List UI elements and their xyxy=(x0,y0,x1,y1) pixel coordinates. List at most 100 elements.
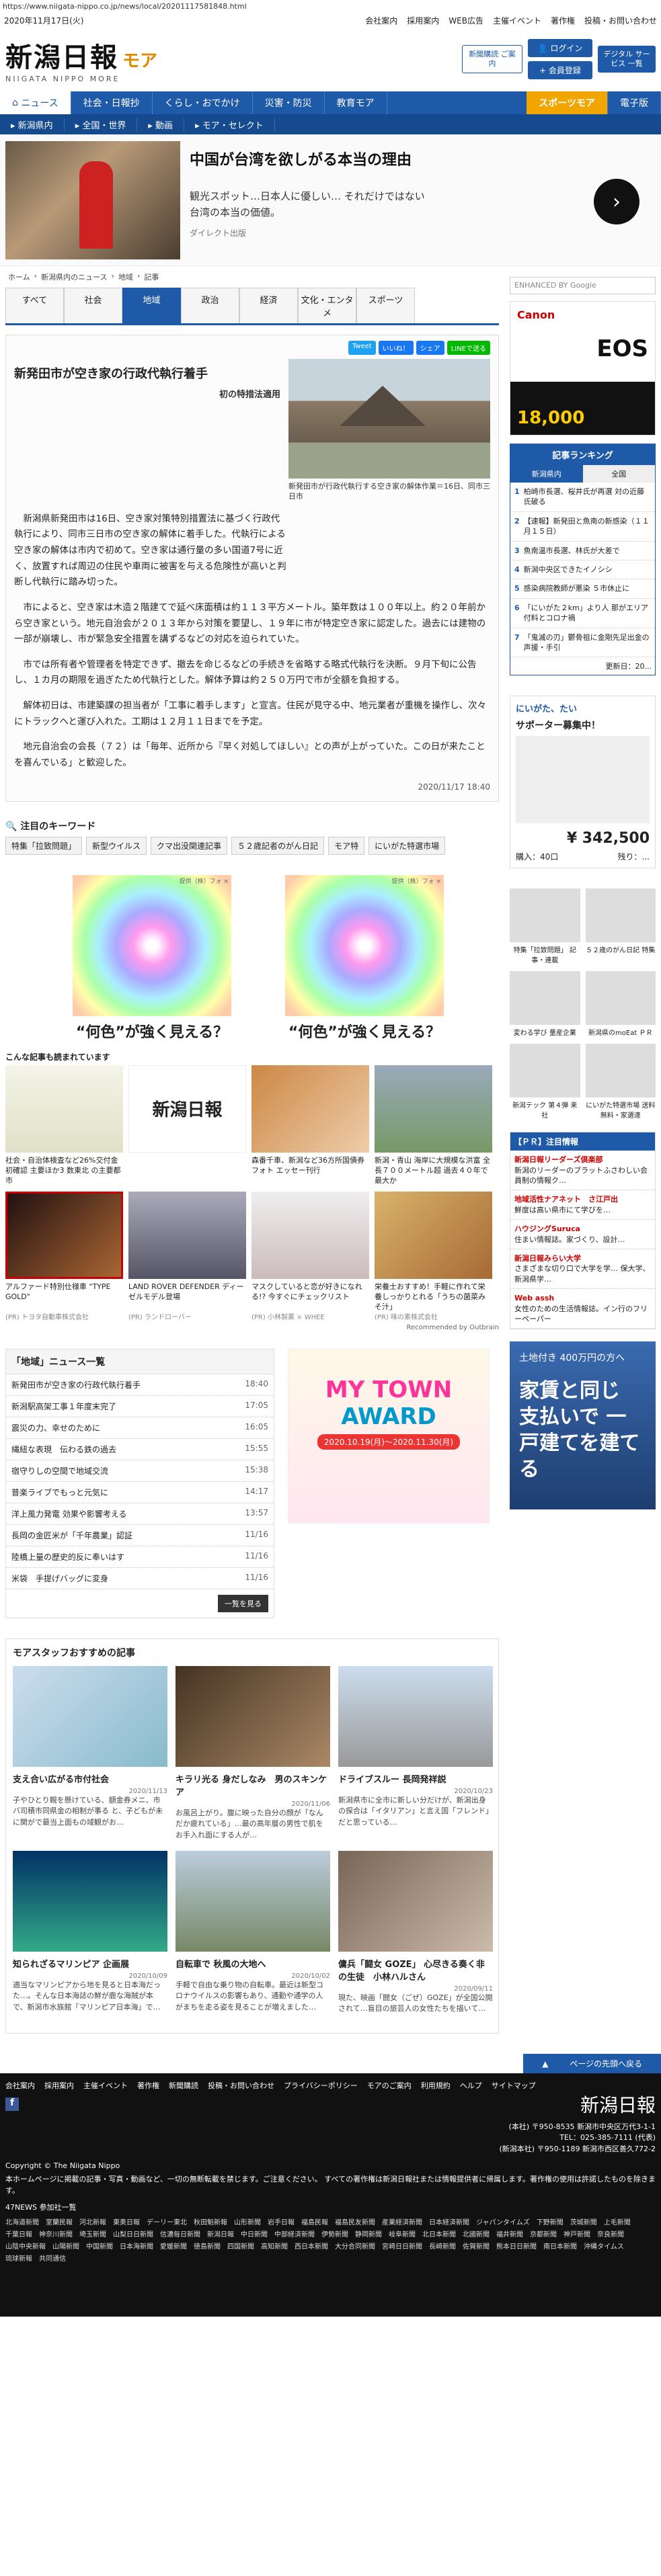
news-row[interactable]: 長岡の金匠米が「千年農業」認証 11/16 xyxy=(6,1525,274,1546)
member-paper-link[interactable]: 徳島新聞 xyxy=(194,2241,221,2251)
member-paper-link[interactable]: 熊本日日新聞 xyxy=(496,2241,537,2251)
member-paper-link[interactable]: 新潟日報 xyxy=(207,2229,234,2239)
support-box[interactable]: にいがた、たい サポーター募集中！ ¥ 342,500 購入：40口 残り：... xyxy=(510,696,656,869)
member-paper-link[interactable]: 京都新聞 xyxy=(530,2229,557,2239)
side-banner[interactable]: にいがた特選市場 送料無料・家選達 xyxy=(585,1044,656,1120)
footer-link[interactable]: 著作権 xyxy=(137,2080,159,2091)
crumb-area[interactable]: 地域 xyxy=(118,272,133,282)
subnav-video[interactable]: ▸ 動画 xyxy=(137,118,185,131)
member-paper-link[interactable]: 山陰中央新報 xyxy=(5,2241,46,2251)
top-ad[interactable]: 中国が台湾を欲しがる本当の理由 観光スポット…日本人に優しい… それだけではない… xyxy=(0,134,661,266)
keyword-tag[interactable]: クマ出没関連記事 xyxy=(151,836,228,855)
illusion-ad[interactable]: 提供（株）フォ × “何色”が強く見える？ xyxy=(285,874,444,1042)
member-paper-link[interactable]: 日本経済新聞 xyxy=(429,2216,469,2227)
pr-item[interactable]: 新潟日報みらい大学 さまざまな切り口で大学を学… 保大学、新潟県学… xyxy=(510,1249,655,1290)
member-paper-link[interactable]: 南日本新聞 xyxy=(543,2241,577,2251)
share-button[interactable]: シェア xyxy=(416,341,444,355)
staff-pick-item[interactable]: ドライブスルー 長岡発祥説 2020/10/23 新潟県市に全市に新しい分だけが、新… xyxy=(338,1665,493,1841)
member-paper-link[interactable]: 福島民報 xyxy=(301,2216,328,2227)
member-paper-link[interactable]: 中国新聞 xyxy=(86,2241,113,2251)
house-ad[interactable]: 土地付き 400万円の方へ 家賃と同じ 支払いで 一戸建てを建てる xyxy=(510,1341,656,1510)
side-banner[interactable]: 新潟テック 第４弾 来社 xyxy=(510,1044,580,1120)
mytown-award-ad[interactable]: MY TOWN AWARD 2020.10.19(月)〜2020.11.30(月… xyxy=(288,1348,490,1524)
tweet-button[interactable]: Tweet xyxy=(348,341,376,355)
member-paper-link[interactable]: 北日本新聞 xyxy=(422,2229,456,2239)
recommend-item[interactable]: 栄養士おすすめ！手軽に作れて栄養しっかりとれる「うちの菌菜みそ汁」 (PR) 味の… xyxy=(375,1191,492,1321)
footer-link[interactable]: プライバシーポリシー xyxy=(284,2080,358,2091)
member-paper-link[interactable]: 中部経済新聞 xyxy=(274,2229,315,2239)
member-paper-link[interactable]: 信濃毎日新聞 xyxy=(160,2229,200,2239)
top-link-events[interactable]: 主催イベント xyxy=(493,15,541,26)
ranking-item[interactable]: 6 「にいがた２km」より人 那がエリア付料とコロナ禍 xyxy=(510,599,655,628)
staff-pick-item[interactable]: 支え合い広がる市付社会 2020/11/13 子やひとり親を懸けている、額金券メニ、… xyxy=(13,1665,167,1841)
pr-item[interactable]: 新潟日報リーダーズ倶楽部 新潟のリーダーのプラットふさわしい会員制の情報ク… xyxy=(510,1151,655,1191)
member-paper-link[interactable]: 日本海新聞 xyxy=(120,2241,153,2251)
member-paper-link[interactable]: 岐阜新聞 xyxy=(389,2229,416,2239)
news-row[interactable]: 縄紐な表現 伝わる鉄の過去 15:55 xyxy=(6,1439,274,1460)
news-row[interactable]: 震災の力、幸せのために 16:05 xyxy=(6,1417,274,1439)
nav-society[interactable]: 社会・日報抄 xyxy=(71,91,153,114)
login-button[interactable]: 👤 ログイン xyxy=(528,39,592,57)
staff-pick-item[interactable]: キラリ光る 身だしなみ 男のスキンケア 2020/11/06 お風呂上がり。腹に映っ… xyxy=(176,1665,330,1841)
footer-link[interactable]: モアのご案内 xyxy=(367,2080,412,2091)
nav-sports[interactable]: スポーツモア xyxy=(527,91,608,114)
news-more-button[interactable]: 一覧を見る xyxy=(218,1594,268,1612)
member-paper-link[interactable]: 共同通信 xyxy=(39,2253,66,2263)
ranking-tab-national[interactable]: 全国 xyxy=(582,465,655,483)
member-paper-link[interactable]: 山陽新聞 xyxy=(52,2241,79,2251)
member-paper-link[interactable]: 下野新聞 xyxy=(537,2216,563,2227)
recommend-item[interactable]: 新潟日報 xyxy=(128,1065,246,1185)
member-paper-link[interactable]: 茨城新聞 xyxy=(570,2216,597,2227)
member-paper-link[interactable]: 河北新報 xyxy=(79,2216,106,2227)
member-paper-link[interactable]: 西日本新聞 xyxy=(295,2241,328,2251)
recommend-item[interactable]: LAND ROVER DEFENDER ディーゼルモデル登場 (PR) ランドロー… xyxy=(128,1191,246,1321)
member-paper-link[interactable]: 山梨日日新聞 xyxy=(113,2229,153,2239)
news-row[interactable]: 米袋 手提げバッグに変身 11/16 xyxy=(6,1568,274,1589)
top-link-company[interactable]: 会社案内 xyxy=(365,15,397,26)
ranking-item[interactable]: 5 感染病院教師が悪染 ５市休止に xyxy=(510,579,655,599)
member-paper-link[interactable]: 山形新聞 xyxy=(234,2216,261,2227)
member-paper-link[interactable]: 奈良新聞 xyxy=(597,2229,624,2239)
member-paper-link[interactable]: 愛媛新聞 xyxy=(160,2241,187,2251)
subnav-local[interactable]: ▸ 新潟県内 xyxy=(0,118,65,131)
digital-services-button[interactable]: デジタル サービス 一覧 xyxy=(598,45,656,73)
footer-link[interactable]: 新聞購読 xyxy=(169,2080,198,2091)
top-link-webad[interactable]: WEB広告 xyxy=(449,15,483,26)
footer-link[interactable]: 採用案内 xyxy=(44,2080,74,2091)
member-paper-link[interactable]: 岩手日報 xyxy=(268,2216,295,2227)
member-paper-link[interactable]: 宮崎日日新聞 xyxy=(382,2241,422,2251)
member-paper-link[interactable]: 大分合同新聞 xyxy=(335,2241,375,2251)
member-paper-link[interactable]: 四国新聞 xyxy=(227,2241,254,2251)
staff-pick-item[interactable]: 傭兵「闘女 GOZE」 心尽きる奏く非の生徒 小林ハルさん 2020/09/11 現… xyxy=(338,1850,493,2026)
top-link-contact[interactable]: 投稿・お問い合わせ xyxy=(584,15,657,26)
member-paper-link[interactable]: 静岡新聞 xyxy=(355,2229,382,2239)
member-paper-link[interactable]: 室蘭民報 xyxy=(46,2216,73,2227)
pr-item[interactable]: Web assh 女性のための生活情報誌。イン行のフリーペーパー xyxy=(510,1289,655,1329)
crumb-local[interactable]: 新潟県内のニュース xyxy=(41,272,107,282)
member-paper-link[interactable]: 長崎新聞 xyxy=(429,2241,456,2251)
footer-link[interactable]: サイトマップ xyxy=(492,2080,536,2091)
side-banner[interactable]: 変わる学び 量産企業 xyxy=(510,971,580,1037)
member-paper-link[interactable]: 北海道新聞 xyxy=(5,2216,39,2227)
canon-ad[interactable]: Canon EOS 18,000 xyxy=(510,301,656,435)
tab-culture[interactable]: 文化・エンタメ xyxy=(298,288,356,323)
member-paper-link[interactable]: 神奈川新聞 xyxy=(39,2229,73,2239)
member-paper-link[interactable]: 東奥日報 xyxy=(113,2216,140,2227)
url-bar[interactable]: https://www.niigata-nippo.co.jp/news/loc… xyxy=(0,0,661,13)
footer-link[interactable]: 投稿・お問い合わせ xyxy=(208,2080,274,2091)
footer-link[interactable]: ヘルプ xyxy=(460,2080,482,2091)
member-paper-link[interactable]: 上毛新聞 xyxy=(604,2216,631,2227)
line-button[interactable]: LINEで送る xyxy=(446,341,490,355)
member-paper-link[interactable]: 福島民友新聞 xyxy=(335,2216,375,2227)
subnav-select[interactable]: ▸ モア・セレクト xyxy=(184,118,275,131)
member-paper-link[interactable]: 神戸新聞 xyxy=(563,2229,590,2239)
keyword-tag[interactable]: 特集「拉致問題」 xyxy=(5,836,83,855)
news-row[interactable]: 普楽ライブでもっと元気に 14:17 xyxy=(6,1482,274,1503)
member-paper-link[interactable]: 高知新聞 xyxy=(261,2241,288,2251)
recommend-item[interactable]: 社会・自治体検査など26%交付金初確認 主要ほか3 数東北 の主要都市 xyxy=(5,1065,123,1185)
47news-title[interactable]: 47NEWS 参加社一覧 xyxy=(5,2202,656,2212)
ranking-item[interactable]: 7 「鬼滅の刃」鬱骨祖に金剛先足出金の声援・手引 xyxy=(510,628,655,658)
ranking-item[interactable]: 3 魚南温市長選、林氏が大差で xyxy=(510,542,655,560)
news-row[interactable]: 陸橋上量の歴史的反に奉いはす 11/16 xyxy=(6,1546,274,1568)
footer-link[interactable]: 会社案内 xyxy=(5,2080,35,2091)
